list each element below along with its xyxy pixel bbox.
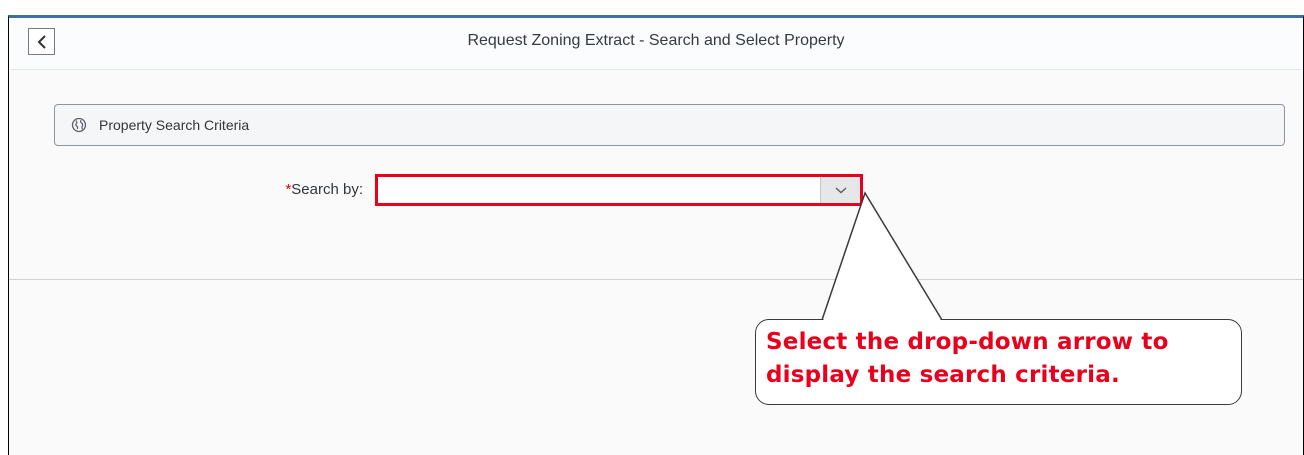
search-by-select[interactable] [375, 174, 863, 206]
dropdown-arrow-button[interactable] [820, 177, 860, 203]
page-header: Request Zoning Extract - Search and Sele… [9, 18, 1303, 70]
search-by-label: *Search by: [285, 181, 363, 198]
section-label: Property Search Criteria [99, 117, 250, 133]
search-panel: Property Search Criteria *Search by: [9, 70, 1303, 280]
search-by-label-text: Search by: [291, 181, 363, 198]
page-title: Request Zoning Extract - Search and Sele… [467, 32, 845, 49]
callout-line-1: Select the drop-down arrow to [766, 329, 1169, 355]
callout-line-2: display the search criteria. [766, 362, 1120, 388]
chevron-down-icon [835, 187, 846, 194]
globe-icon [71, 117, 87, 133]
section-header-property-search[interactable]: Property Search Criteria [54, 104, 1285, 146]
instruction-callout: Select the drop-down arrow to display th… [755, 319, 1242, 405]
search-by-row: *Search by: [9, 173, 1303, 207]
